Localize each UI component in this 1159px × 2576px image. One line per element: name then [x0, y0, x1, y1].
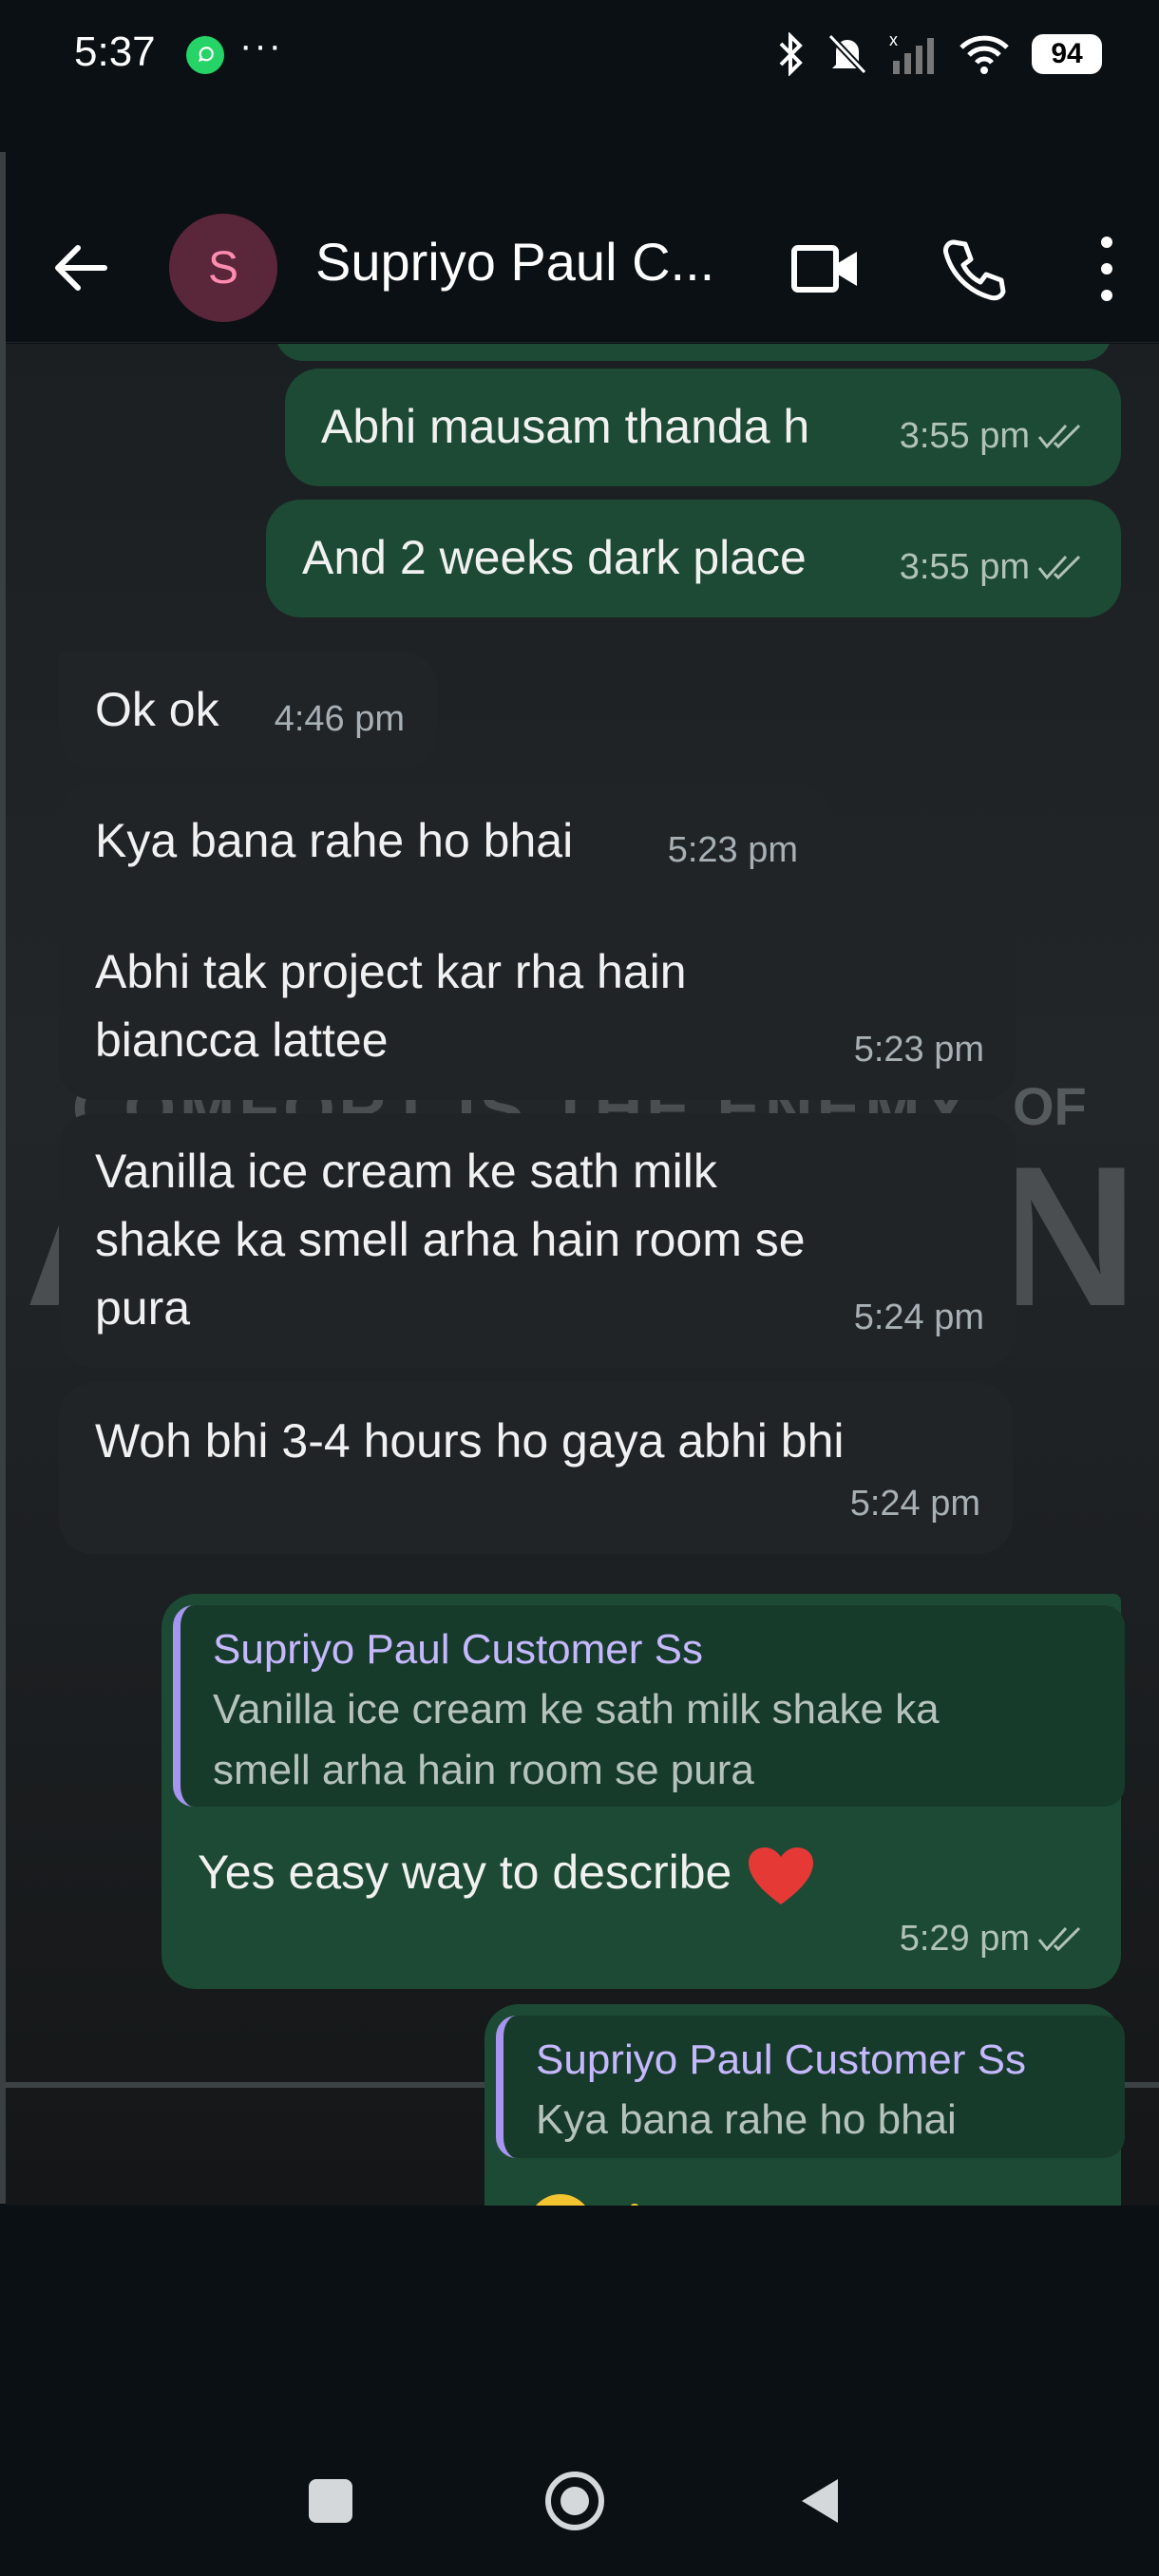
- message-meta: 5:29 pm: [900, 1904, 1089, 1974]
- message-text-line: Vanilla ice cream ke sath milk: [95, 1145, 717, 1198]
- contact-name[interactable]: Supriyo Paul C...: [315, 231, 752, 293]
- double-check-icon: [1037, 424, 1081, 449]
- home-button[interactable]: [543, 2470, 606, 2532]
- bluetooth-icon: [779, 32, 803, 76]
- back-arrow-icon[interactable]: [48, 235, 114, 301]
- wifi-icon: [960, 35, 1009, 74]
- message-bubble-incoming[interactable]: Vanilla ice cream ke sath milk shake ka …: [59, 1113, 1016, 1368]
- status-time: 5:37: [74, 28, 156, 75]
- message-text: Woh bhi 3-4 hours ho gaya abhi bhi: [95, 1414, 845, 1468]
- message-time: 5:29 pm: [899, 1919, 1030, 1959]
- message-time: 3:55 pm: [899, 547, 1030, 587]
- quoted-text-line: Vanilla ice cream ke sath milk shake ka: [213, 1686, 940, 1733]
- message-bubble-incoming[interactable]: Kya bana rahe ho bhai 5:23 pm: [59, 783, 830, 900]
- message-meta: 3:55 pm: [900, 532, 1089, 602]
- emoji-icon: [536, 2194, 638, 2206]
- video-call-icon[interactable]: [790, 237, 861, 301]
- back-triangle-button[interactable]: [796, 2475, 842, 2527]
- message-text-line: pura: [95, 1281, 191, 1335]
- message-bubble-outgoing[interactable]: Abhi mausam thanda h 3:55 pm: [285, 369, 1121, 486]
- message-time: 5:24 pm: [849, 1484, 980, 1524]
- quoted-message[interactable]: Supriyo Paul Customer Ss Kya bana rahe h…: [496, 2016, 1125, 2158]
- message-time: 4:46 pm: [274, 699, 405, 739]
- voice-call-icon[interactable]: [940, 237, 1007, 303]
- quoted-text-line: smell arha hain room se pura: [213, 1747, 754, 1793]
- message-bubble-incoming[interactable]: Abhi tak project kar rha hain biancca la…: [59, 914, 1016, 1100]
- double-check-icon: [1037, 555, 1081, 580]
- message-meta: 3:55 pm: [900, 401, 1089, 471]
- overflow-menu-icon[interactable]: [1092, 233, 1121, 305]
- quoted-sender: Supriyo Paul Customer Ss: [213, 1626, 703, 1673]
- message-text-line: Abhi tak project kar rha hain: [95, 945, 687, 998]
- message-time: 5:23 pm: [667, 830, 798, 870]
- cellular-signal-icon: x: [889, 32, 934, 74]
- chat-header: S Supriyo Paul C...: [0, 195, 1159, 343]
- whatsapp-notification-icon: [186, 36, 224, 74]
- message-time: 3:55 pm: [899, 416, 1030, 456]
- double-check-icon: [1037, 1926, 1081, 1952]
- message-text: Abhi mausam thanda h: [321, 400, 810, 453]
- message-bubble-outgoing[interactable]: And 2 weeks dark place 3:55 pm: [266, 500, 1121, 617]
- message-text-line: shake ka smell arha hain room se: [95, 1213, 806, 1266]
- message-text: Yes easy way to describe: [198, 1837, 817, 1908]
- message-text: And 2 weeks dark place: [302, 531, 807, 584]
- message-text: Ok ok: [95, 683, 219, 736]
- message-bubble-incoming[interactable]: Ok ok 4:46 pm: [59, 652, 437, 769]
- message-bubble-partial[interactable]: [276, 344, 1112, 361]
- quoted-sender: Supriyo Paul Customer Ss: [536, 2036, 1026, 2083]
- message-bubble-outgoing-reply[interactable]: Supriyo Paul Customer Ss Kya bana rahe h…: [484, 2004, 1125, 2206]
- svg-text:x: x: [889, 32, 898, 49]
- quoted-text: Kya bana rahe ho bhai: [536, 2096, 957, 2143]
- message-bubble-outgoing-reply[interactable]: Supriyo Paul Customer Ss Vanilla ice cre…: [162, 1594, 1125, 1989]
- message-text-line: biancca lattee: [95, 1013, 389, 1067]
- message-time: 5:23 pm: [853, 1030, 984, 1070]
- chat-wallpaper: COMFORT IS THE ENEMY OF A N Abhi mausam …: [6, 344, 1159, 2206]
- battery-indicator: 94: [1032, 34, 1102, 74]
- bell-muted-icon: [827, 33, 867, 75]
- message-text: Kya bana rahe ho bhai: [95, 814, 574, 867]
- status-bar: 5:37 ··· x 94: [0, 0, 1159, 109]
- quoted-message[interactable]: Supriyo Paul Customer Ss Vanilla ice cre…: [173, 1605, 1125, 1807]
- system-icons: x 94: [777, 28, 1102, 80]
- message-bubble-incoming[interactable]: Woh bhi 3-4 hours ho gaya abhi bhi 5:24 …: [59, 1383, 1013, 1554]
- recents-button[interactable]: [309, 2479, 352, 2523]
- message-time: 5:24 pm: [853, 1297, 984, 1337]
- more-notifications-indicator: ···: [239, 25, 283, 66]
- red-heart-emoji-icon: [749, 1847, 814, 1904]
- message-text-content: Yes easy way to describe: [198, 1846, 732, 1899]
- contact-avatar[interactable]: S: [169, 214, 277, 322]
